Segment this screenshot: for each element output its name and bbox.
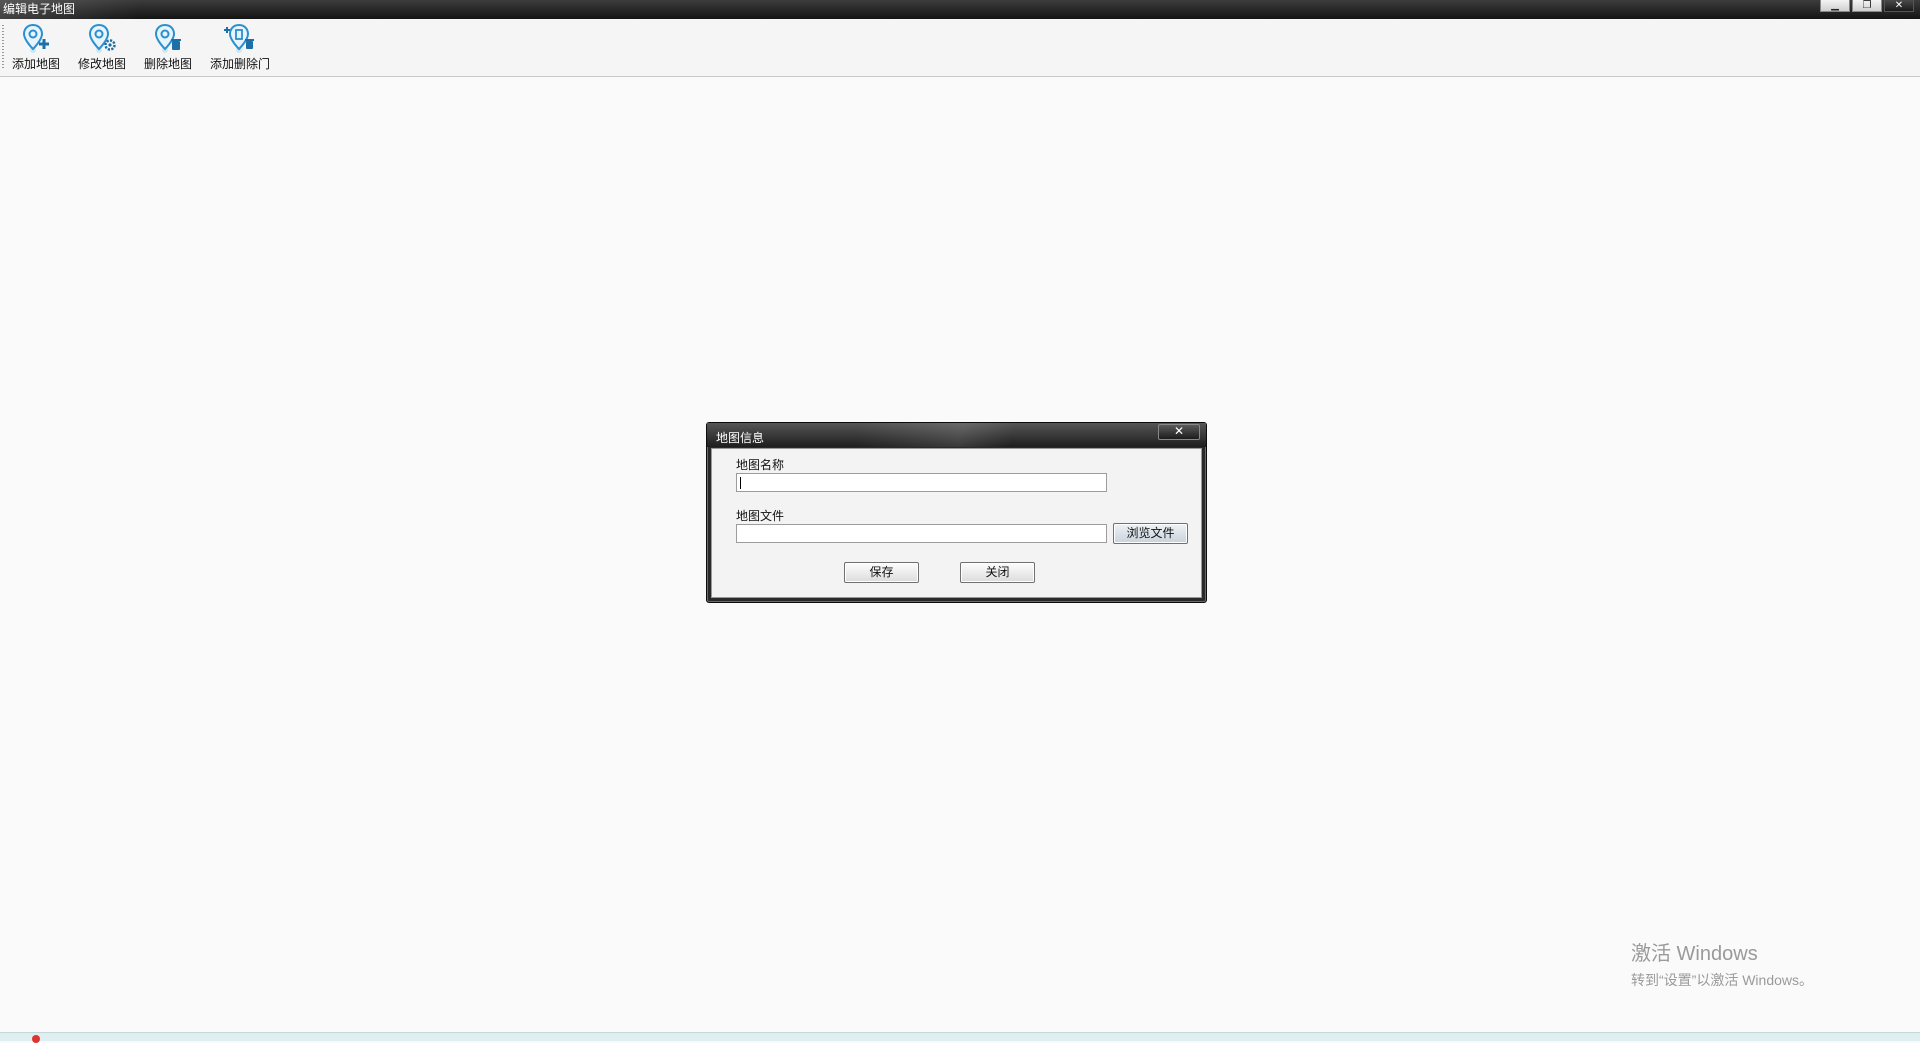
close-dialog-button[interactable]: 关闭 bbox=[960, 562, 1035, 583]
map-pin-settings-icon bbox=[88, 23, 116, 53]
toolbar: 添加地图 修改地图 删除地图 添加删除门 bbox=[0, 19, 1920, 77]
edit-map-button[interactable]: 修改地图 bbox=[78, 22, 126, 72]
save-button[interactable]: 保存 bbox=[844, 562, 919, 583]
window-controls: ▁ ❐ ✕ bbox=[1820, 0, 1914, 12]
map-pin-add-icon bbox=[22, 23, 49, 53]
minimize-button[interactable]: ▁ bbox=[1820, 0, 1850, 12]
browse-file-button[interactable]: 浏览文件 bbox=[1113, 523, 1188, 544]
dialog-titlebar-sheen bbox=[857, 423, 1117, 447]
delete-map-label: 删除地图 bbox=[144, 57, 193, 71]
window-title: 编辑电子地图 bbox=[3, 2, 76, 16]
dialog-close-button[interactable]: ✕ bbox=[1158, 424, 1200, 440]
map-file-label: 地图文件 bbox=[736, 509, 785, 523]
map-name-label: 地图名称 bbox=[736, 458, 785, 472]
text-caret bbox=[740, 477, 741, 489]
map-info-dialog: 地图信息 ✕ 地图名称 地图文件 浏览文件 保存 关闭 bbox=[706, 422, 1207, 603]
map-file-input[interactable] bbox=[736, 524, 1107, 543]
toolbar-grip[interactable] bbox=[2, 25, 4, 69]
restore-button[interactable]: ❐ bbox=[1852, 0, 1882, 12]
map-pin-delete-icon bbox=[154, 23, 181, 53]
windows-activation-watermark: 激活 Windows 转到“设置”以激活 Windows。 bbox=[1631, 937, 1813, 990]
watermark-title: 激活 Windows bbox=[1631, 943, 1758, 965]
door-edit-icon bbox=[224, 23, 254, 53]
dialog-title: 地图信息 bbox=[716, 431, 765, 445]
add-delete-door-label: 添加删除门 bbox=[210, 57, 271, 71]
map-name-input[interactable] bbox=[736, 473, 1107, 492]
edit-map-label: 修改地图 bbox=[78, 57, 127, 71]
add-delete-door-button[interactable]: 添加删除门 bbox=[210, 22, 270, 72]
add-map-button[interactable]: 添加地图 bbox=[12, 22, 60, 72]
add-map-label: 添加地图 bbox=[12, 57, 61, 71]
watermark-subtitle: 转到“设置”以激活 Windows。 bbox=[1631, 972, 1814, 988]
close-button[interactable]: ✕ bbox=[1884, 0, 1914, 12]
status-dot-icon bbox=[32, 1035, 40, 1043]
dialog-titlebar[interactable]: 地图信息 ✕ bbox=[707, 423, 1206, 447]
dialog-body: 地图名称 地图文件 浏览文件 保存 关闭 bbox=[711, 448, 1202, 598]
window-titlebar: 编辑电子地图 ▁ ❐ ✕ bbox=[0, 0, 1920, 19]
delete-map-button[interactable]: 删除地图 bbox=[144, 22, 192, 72]
